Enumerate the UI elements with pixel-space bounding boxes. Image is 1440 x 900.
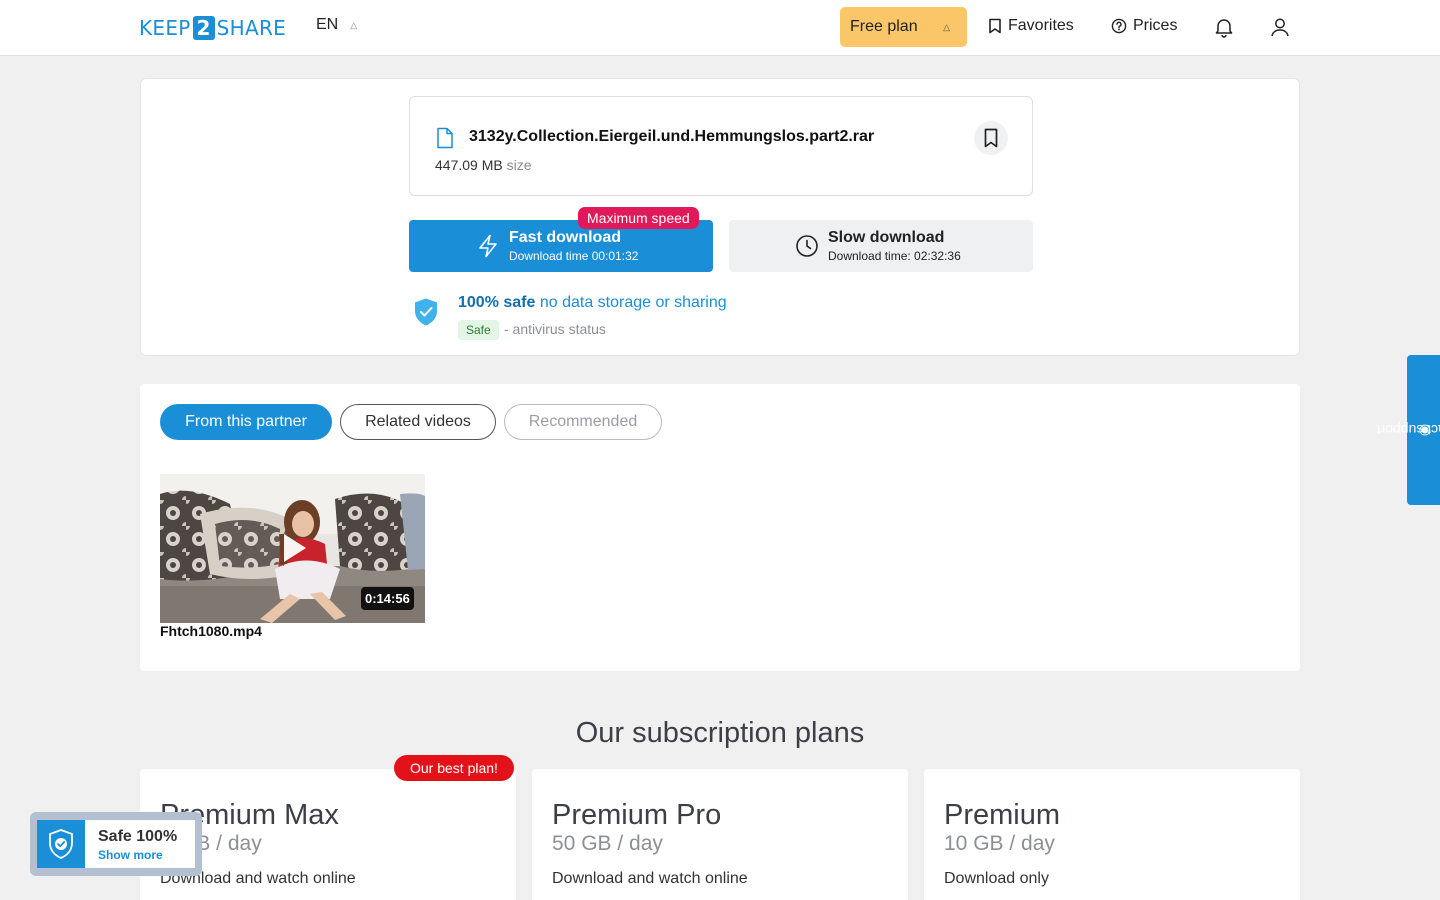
add-to-favorites-button[interactable]: [974, 121, 1008, 155]
safe-widget-icon-box: [37, 820, 85, 868]
plan-name: Premium: [944, 799, 1061, 831]
free-plan-button[interactable]: Free plan △: [840, 7, 967, 47]
top-header: KEEP 2 SHARE EN △ Free plan △ Favorites …: [0, 0, 1440, 56]
logo-text-right: SHARE: [216, 16, 287, 40]
bookmark-icon: [984, 128, 998, 148]
chevron-up-icon: △: [943, 21, 950, 32]
favorites-label: Favorites: [1008, 17, 1074, 34]
file-size-unit: size: [506, 157, 532, 173]
bell-icon: [1215, 19, 1233, 38]
fast-download-time: Download time 00:01:32: [509, 249, 639, 263]
best-plan-badge: Our best plan!: [394, 755, 514, 781]
plan-label: Free plan: [850, 18, 918, 35]
contact-support-text: contact support: [1375, 422, 1440, 438]
plan-name: Premium Pro: [552, 799, 722, 831]
file-name: 3132y.Collection.Eiergeil.und.Hemmungslo…: [469, 128, 875, 145]
logo-number: 2: [192, 16, 215, 40]
video-duration: 0:14:56: [361, 587, 414, 610]
file-size-value: 447.09 MB: [435, 157, 503, 173]
tab-recommended[interactable]: Recommended: [504, 404, 662, 440]
plan-quota: 50 GB / day: [552, 832, 663, 855]
bookmark-icon: [989, 18, 1001, 34]
videos-card: From this partner Related videos Recomme…: [140, 384, 1300, 671]
video-file-name[interactable]: Fhtch1080.mp4: [160, 623, 262, 639]
file-info-box: 3132y.Collection.Eiergeil.und.Hemmungslo…: [409, 96, 1033, 196]
chevron-up-icon: △: [350, 19, 358, 30]
video-thumbnail[interactable]: 0:14:56: [160, 474, 425, 623]
antivirus-status-text: - antivirus status: [504, 321, 606, 337]
contact-support-label: ◉ contact support: [1376, 422, 1440, 438]
safe-widget-body: Safe 100% Show more: [37, 820, 195, 868]
shield-check-icon: [415, 298, 437, 326]
safe-widget-title: Safe 100%: [98, 828, 178, 845]
plans-section-title: Our subscription plans: [575, 717, 865, 749]
tab-related-videos[interactable]: Related videos: [340, 404, 496, 440]
plan-description: Download and watch online: [552, 870, 748, 887]
keep2share-logo[interactable]: KEEP 2 SHARE: [139, 14, 286, 42]
safe-100-widget[interactable]: Safe 100% Show more: [30, 812, 202, 876]
safe-widget-show-more[interactable]: Show more: [98, 848, 163, 862]
slow-download-button[interactable]: Slow download Download time: 02:32:36: [729, 220, 1033, 272]
logo-text-left: KEEP: [139, 16, 191, 40]
language-selector[interactable]: EN △: [316, 16, 357, 34]
prices-link[interactable]: Prices: [1111, 17, 1177, 35]
file-card: 3132y.Collection.Eiergeil.und.Hemmungslo…: [140, 78, 1300, 356]
account-button[interactable]: [1267, 14, 1293, 40]
prices-label: Prices: [1133, 17, 1178, 34]
slow-download-time: Download time: 02:32:36: [828, 249, 961, 263]
antivirus-safe-badge: Safe: [458, 320, 499, 340]
shield-check-icon: [49, 829, 73, 859]
plan-description: Download only: [944, 870, 1049, 887]
user-icon: [1271, 18, 1289, 37]
lightning-icon: [479, 234, 497, 258]
plan-quota: 10 GB / day: [944, 832, 1055, 855]
file-size: 447.09 MB size: [435, 157, 532, 173]
clock-icon: [796, 235, 818, 257]
contact-support-tab[interactable]: ◉ contact support: [1376, 355, 1440, 505]
plan-card-premium-pro[interactable]: Premium Pro 50 GB / day Download and wat…: [532, 769, 908, 900]
plan-card-premium[interactable]: Premium 10 GB / day Download only: [924, 769, 1300, 900]
safety-statement: 100% safe no data storage or sharing: [458, 294, 727, 312]
help-circle-icon: [1111, 18, 1127, 34]
slow-download-title: Slow download: [828, 229, 945, 246]
file-icon: [437, 127, 453, 149]
notifications-button[interactable]: [1211, 14, 1237, 40]
maximum-speed-badge: Maximum speed: [578, 207, 699, 229]
safety-bold-text: 100% safe: [458, 294, 536, 311]
favorites-link[interactable]: Favorites: [988, 17, 1074, 35]
language-label: EN: [316, 16, 339, 33]
fast-download-title: Fast download: [509, 229, 621, 246]
tab-from-this-partner[interactable]: From this partner: [160, 404, 332, 440]
safety-rest-text: no data storage or sharing: [539, 294, 727, 311]
